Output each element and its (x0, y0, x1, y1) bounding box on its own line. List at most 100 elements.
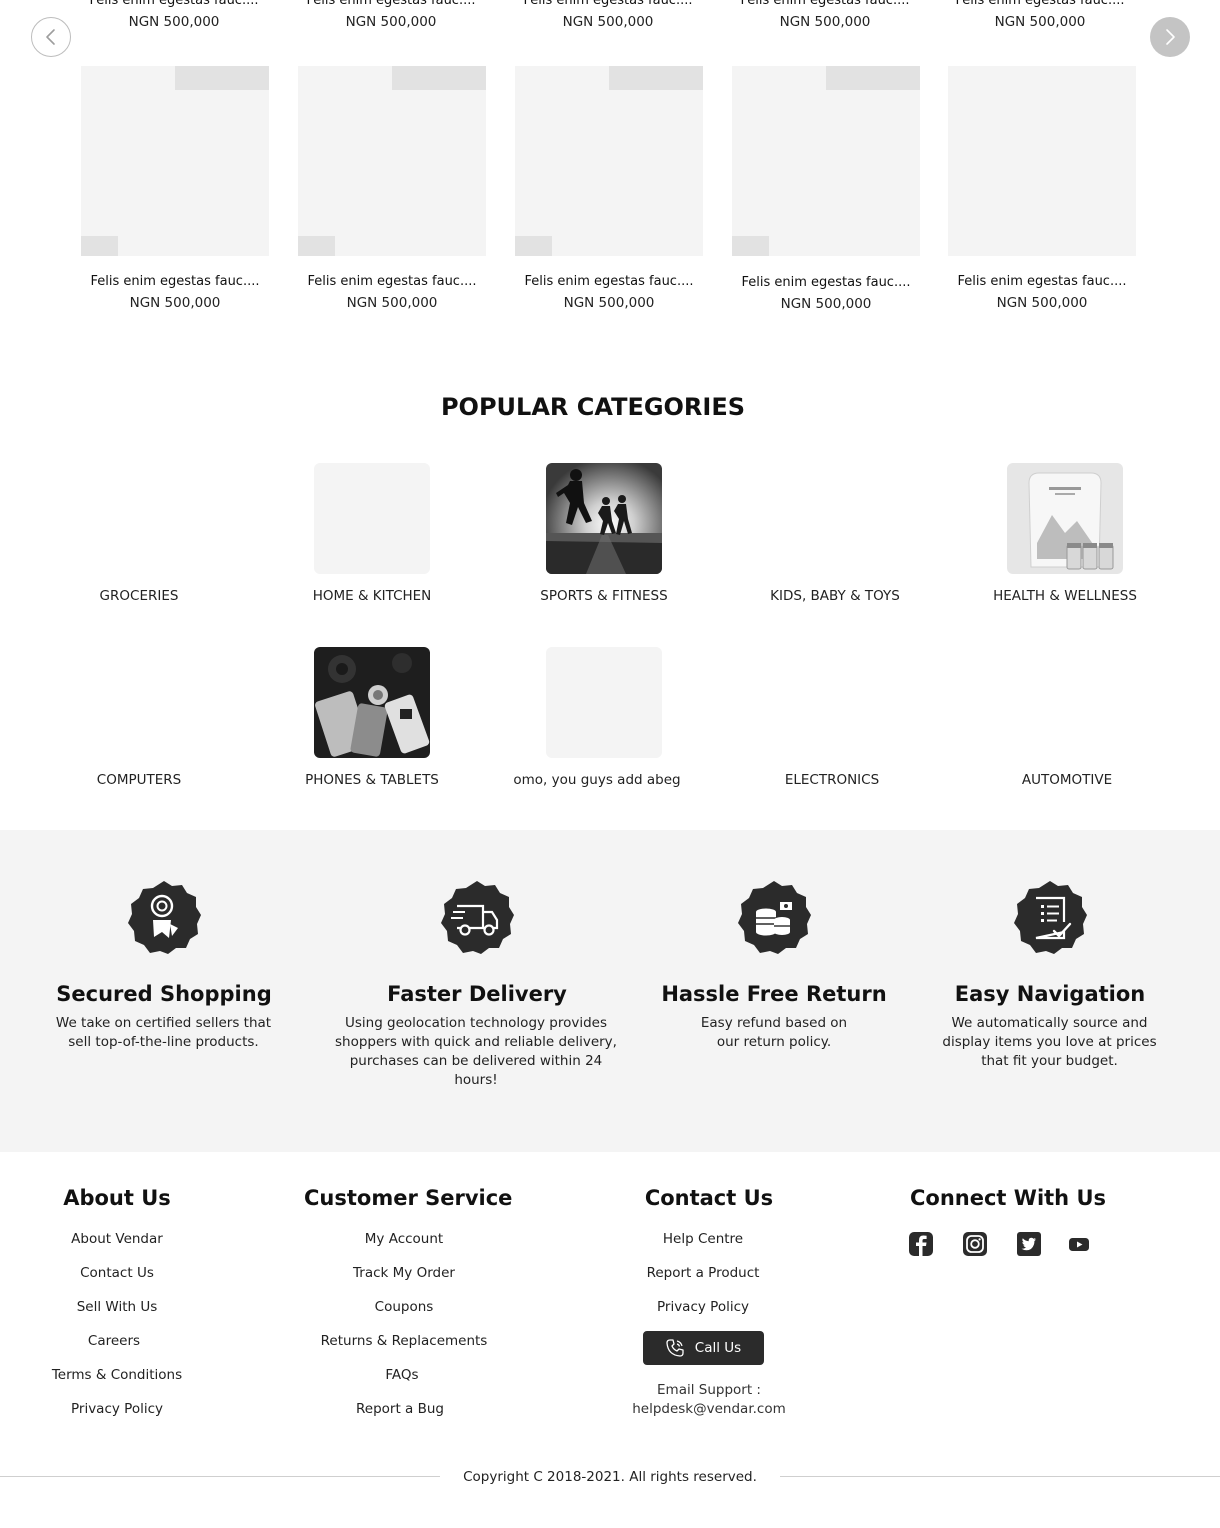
category-automotive[interactable]: AUTOMOTIVE (957, 647, 1177, 789)
footer-link-careers[interactable]: Careers (31, 1332, 197, 1350)
product-item[interactable]: Felis enim egestas fauc.... NGN 500,000 (74, 0, 274, 32)
product-name: Felis enim egestas fauc.... (306, 0, 476, 8)
category-label: GROCERIES (99, 588, 179, 604)
product-tag-placeholder (392, 66, 486, 90)
product-card[interactable]: Felis enim egestas fauc.... NGN 500,000 (948, 66, 1136, 311)
footer-link-privacy[interactable]: Privacy Policy (37, 1400, 197, 1418)
product-info: Felis enim egestas fauc.... NGN 500,000 (942, 273, 1142, 313)
product-card[interactable]: Felis enim egestas fauc.... NGN 500,000 (515, 66, 703, 311)
footer-link-returns[interactable]: Returns & Replacements (304, 1332, 504, 1350)
youtube-icon[interactable] (1066, 1231, 1092, 1257)
category-image-placeholder (81, 463, 197, 574)
product-price: NGN 500,000 (996, 295, 1088, 311)
facebook-icon[interactable] (908, 1231, 934, 1257)
product-price: NGN 500,000 (994, 14, 1086, 30)
product-info: Felis enim egestas fauc.... NGN 500,000 (726, 274, 926, 314)
feature-title: Secured Shopping (56, 982, 272, 1006)
product-badge-placeholder (298, 236, 335, 256)
product-image-placeholder (732, 66, 920, 256)
product-item[interactable]: Felis enim egestas fauc.... NGN 500,000 (725, 0, 925, 32)
product-card[interactable]: Felis enim egestas fauc.... NGN 500,000 (732, 66, 920, 312)
footer-link-my-account[interactable]: My Account (304, 1230, 504, 1248)
product-item[interactable]: Felis enim egestas fauc.... NGN 500,000 (508, 0, 708, 32)
feature-description: Using geolocation technology provides sh… (335, 1015, 617, 1088)
instagram-icon[interactable] (962, 1231, 988, 1257)
product-name: Felis enim egestas fauc.... (523, 0, 693, 8)
footer-link-faqs[interactable]: FAQs (300, 1366, 504, 1384)
product-price: NGN 500,000 (563, 295, 655, 311)
footer-link-sell-with-us[interactable]: Sell With Us (37, 1298, 197, 1316)
product-item[interactable]: Felis enim egestas fauc.... NGN 500,000 (291, 0, 491, 32)
product-name: Felis enim egestas fauc.... (524, 274, 694, 289)
money-coins-icon (738, 881, 811, 954)
category-label: HOME & KITCHEN (312, 588, 432, 604)
product-info: Felis enim egestas fauc.... NGN 500,000 (509, 273, 709, 313)
product-price: NGN 500,000 (128, 14, 220, 30)
category-home-kitchen[interactable]: HOME & KITCHEN (262, 463, 482, 605)
footer-link-about-vendar[interactable]: About Vendar (37, 1230, 197, 1248)
checklist-icon (1014, 881, 1087, 954)
category-image-placeholder (1009, 647, 1125, 758)
call-us-button[interactable]: Call Us (642, 1331, 764, 1365)
category-label: PHONES & TABLETS (305, 772, 439, 788)
product-card[interactable]: Felis enim egestas fauc.... NGN 500,000 (298, 66, 486, 311)
product-price: NGN 500,000 (562, 14, 654, 30)
footer-link-privacy-policy[interactable]: Privacy Policy (608, 1298, 798, 1316)
footer-link-track-order[interactable]: Track My Order (304, 1264, 504, 1282)
category-custom[interactable]: omo, you guys add abeg (487, 647, 707, 789)
product-info: Felis enim egestas fauc.... NGN 500,000 (292, 273, 492, 313)
feature-description: Easy refund based on our return policy. (700, 1015, 848, 1050)
footer-customer-service: Customer Service My Account Track My Ord… (304, 1184, 512, 1418)
category-label: omo, you guys add abeg (513, 772, 681, 788)
category-health-wellness[interactable]: HEALTH & WELLNESS (955, 463, 1175, 605)
category-kids-baby-toys[interactable]: KIDS, BABY & TOYS (725, 463, 945, 605)
category-sports-fitness[interactable]: SPORTS & FITNESS (494, 463, 714, 605)
footer-link-coupons[interactable]: Coupons (304, 1298, 504, 1316)
runners-photo (546, 463, 662, 574)
product-name: Felis enim egestas fauc.... (307, 274, 477, 289)
product-price: NGN 500,000 (346, 295, 438, 311)
category-label: ELECTRONICS (784, 772, 880, 788)
feature-description: We automatically source and display item… (942, 1015, 1157, 1069)
category-label: SPORTS & FITNESS (540, 588, 668, 604)
call-us-label: Call Us (694, 1340, 742, 1356)
phones-tablets-image (314, 647, 430, 758)
footer-link-report-product[interactable]: Report a Product (608, 1264, 798, 1282)
category-label: AUTOMOTIVE (1021, 772, 1113, 788)
footer-divider-left (0, 1476, 440, 1477)
product-tag-placeholder (175, 66, 269, 90)
footer-link-help-centre[interactable]: Help Centre (608, 1230, 798, 1248)
footer-link-report-bug[interactable]: Report a Bug (296, 1400, 504, 1418)
email-support-address[interactable]: helpdesk@vendar.com (620, 1400, 798, 1419)
category-groceries[interactable]: GROCERIES (29, 463, 249, 605)
chevron-left-icon (46, 29, 55, 45)
product-info: Felis enim egestas fauc.... NGN 500,000 (75, 273, 275, 313)
footer-link-contact-us[interactable]: Contact Us (37, 1264, 197, 1282)
feature-faster-delivery: Faster Delivery Using geolocation techno… (327, 880, 627, 1090)
carousel-prev-button[interactable] (31, 17, 71, 57)
product-price: NGN 500,000 (129, 295, 221, 311)
copyright-text: Copyright C 2018-2021. All rights reserv… (463, 1469, 757, 1485)
category-computers[interactable]: COMPUTERS (29, 647, 249, 789)
feature-secured-shopping: Secured Shopping We take on certified se… (14, 880, 314, 1052)
twitter-icon[interactable] (1016, 1231, 1042, 1257)
product-badge-placeholder (732, 236, 769, 256)
product-name: Felis enim egestas fauc.... (89, 0, 259, 8)
email-support-label: Email Support : (657, 1382, 761, 1398)
category-phones-tablets[interactable]: PHONES & TABLETS (262, 647, 482, 789)
category-image-placeholder (774, 647, 890, 758)
product-tag-placeholder (609, 66, 703, 90)
product-card[interactable]: Felis enim egestas fauc.... NGN 500,000 (81, 66, 269, 311)
carousel-next-button[interactable] (1150, 17, 1190, 57)
product-tag-placeholder (826, 66, 920, 90)
product-name: Felis enim egestas fauc.... (957, 274, 1127, 289)
footer-divider-right (780, 1476, 1220, 1477)
category-electronics[interactable]: ELECTRONICS (722, 647, 942, 789)
product-name: Felis enim egestas fauc.... (90, 274, 260, 289)
footer-about: About Us About Vendar Contact Us Sell Wi… (37, 1184, 197, 1418)
category-label: COMPUTERS (96, 772, 182, 788)
product-price: NGN 500,000 (779, 14, 871, 30)
category-label: KIDS, BABY & TOYS (770, 588, 900, 604)
product-item[interactable]: Felis enim egestas fauc.... NGN 500,000 (940, 0, 1140, 32)
footer-link-terms[interactable]: Terms & Conditions (37, 1366, 197, 1384)
